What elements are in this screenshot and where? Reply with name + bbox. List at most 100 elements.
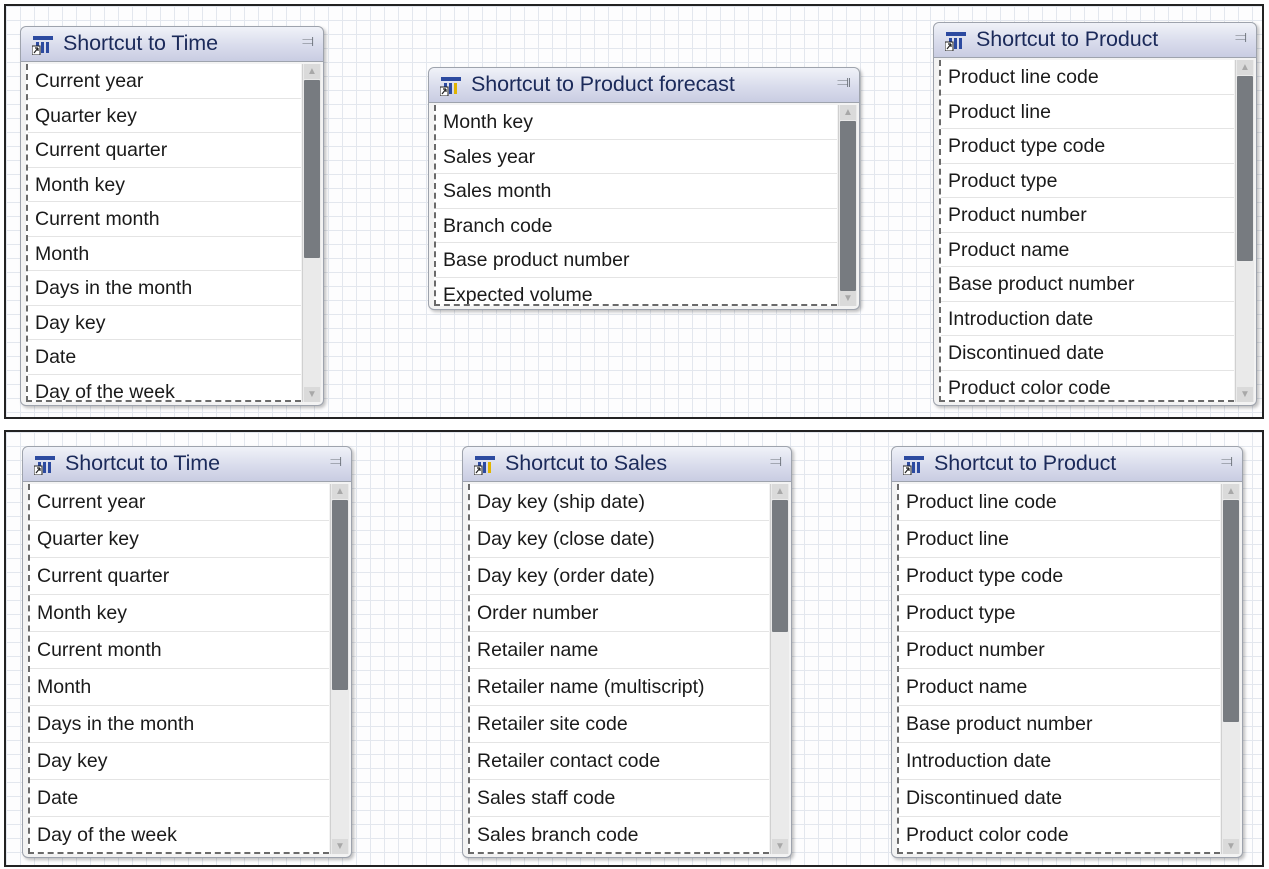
query-item[interactable]: Day key (28, 306, 301, 340)
scroll-up-arrow-icon[interactable]: ▲ (304, 64, 320, 79)
query-item[interactable]: Product line (899, 521, 1220, 558)
query-item[interactable]: Retailer site code (470, 706, 769, 743)
scroll-down-arrow-icon[interactable]: ▼ (1237, 387, 1253, 402)
scroll-thumb[interactable] (772, 500, 788, 632)
query-item[interactable]: Day key (30, 743, 329, 780)
scroll-up-arrow-icon[interactable]: ▲ (1223, 484, 1239, 499)
query-item[interactable]: Base product number (899, 706, 1220, 743)
scroll-up-arrow-icon[interactable]: ▲ (772, 484, 788, 499)
query-item[interactable]: Branch code (436, 209, 837, 243)
scroll-down-arrow-icon[interactable]: ▼ (840, 291, 856, 306)
query-subject-product-forecast[interactable]: Shortcut to Product forecast ⫥ Month key… (428, 67, 860, 310)
query-item[interactable]: Product type code (899, 558, 1220, 595)
query-item[interactable]: Introduction date (941, 302, 1234, 336)
vertical-scrollbar[interactable]: ▲ ▼ (302, 64, 321, 402)
chevron-double-down-icon[interactable]: ⫤ (768, 454, 784, 470)
query-subject-time[interactable]: Shortcut to Time ⫤ Current year Quarter … (22, 446, 352, 858)
query-item[interactable]: Order number (470, 595, 769, 632)
query-item[interactable]: Month key (436, 105, 837, 140)
query-item[interactable]: Product line code (899, 484, 1220, 521)
query-item[interactable]: Sales staff code (470, 780, 769, 817)
query-item[interactable]: Product type (899, 595, 1220, 632)
query-item[interactable]: Sales branch code (470, 817, 769, 852)
query-item[interactable]: Base product number (941, 267, 1234, 302)
vertical-scrollbar[interactable]: ▲ ▼ (838, 105, 857, 306)
query-item[interactable]: Introduction date (899, 743, 1220, 780)
query-subject-header[interactable]: Shortcut to Time ⫤ (23, 447, 351, 482)
query-item[interactable]: Days in the month (30, 706, 329, 743)
query-item[interactable]: Base product number (436, 243, 837, 278)
query-item[interactable]: Product number (899, 632, 1220, 669)
query-item[interactable]: Product number (941, 198, 1234, 233)
scroll-thumb[interactable] (304, 80, 320, 258)
query-item[interactable]: Product line (941, 95, 1234, 129)
query-item[interactable]: Day key (ship date) (470, 484, 769, 521)
query-item[interactable]: Day of the week (30, 817, 329, 852)
query-item[interactable]: Days in the month (28, 271, 301, 306)
query-subject-header[interactable]: Shortcut to Product ⫤ (934, 23, 1256, 58)
vertical-scrollbar[interactable]: ▲ ▼ (770, 484, 789, 854)
query-item[interactable]: Month key (30, 595, 329, 632)
chevron-double-down-icon[interactable]: ⫤ (1219, 454, 1235, 470)
query-item[interactable]: Expected volume (436, 278, 837, 305)
scroll-thumb[interactable] (840, 121, 856, 291)
query-item[interactable]: Current year (28, 64, 301, 99)
query-item[interactable]: Current quarter (30, 558, 329, 595)
scroll-up-arrow-icon[interactable]: ▲ (840, 105, 856, 120)
scroll-down-arrow-icon[interactable]: ▼ (1223, 839, 1239, 854)
query-item[interactable]: Retailer name (470, 632, 769, 669)
query-item[interactable]: Day of the week (28, 375, 301, 401)
query-item[interactable]: Current month (30, 632, 329, 669)
vertical-scrollbar[interactable]: ▲ ▼ (330, 484, 349, 854)
scroll-thumb[interactable] (1237, 76, 1253, 261)
diagram-canvas-top[interactable]: Shortcut to Time ⫤ Current year Quarter … (4, 4, 1264, 419)
chevron-double-down-icon[interactable]: ⫤ (300, 34, 316, 50)
query-item[interactable]: Product color code (899, 817, 1220, 852)
query-item[interactable]: Day key (order date) (470, 558, 769, 595)
query-item[interactable]: Month (30, 669, 329, 706)
query-item[interactable]: Date (28, 340, 301, 375)
query-item[interactable]: Product type (941, 164, 1234, 198)
vertical-scrollbar[interactable]: ▲ ▼ (1235, 60, 1254, 402)
query-item[interactable]: Month key (28, 168, 301, 202)
scroll-up-arrow-icon[interactable]: ▲ (332, 484, 348, 499)
query-item[interactable]: Day key (close date) (470, 521, 769, 558)
query-subject-header[interactable]: Shortcut to Product ⫤ (892, 447, 1242, 482)
query-item[interactable]: Product name (941, 233, 1234, 267)
chevron-double-up-icon[interactable]: ⫥ (836, 75, 852, 91)
query-item[interactable]: Month (28, 237, 301, 271)
scroll-up-arrow-icon[interactable]: ▲ (1237, 60, 1253, 75)
query-item[interactable]: Sales month (436, 174, 837, 209)
query-item[interactable]: Product color code (941, 371, 1234, 401)
scroll-thumb[interactable] (1223, 500, 1239, 722)
query-item[interactable]: Quarter key (28, 99, 301, 133)
query-item[interactable]: Current year (30, 484, 329, 521)
query-item[interactable]: Sales year (436, 140, 837, 174)
query-item[interactable]: Product name (899, 669, 1220, 706)
query-subject-header[interactable]: Shortcut to Time ⫤ (21, 27, 323, 62)
query-subject-header[interactable]: Shortcut to Sales ⫤ (463, 447, 791, 482)
query-subject-time[interactable]: Shortcut to Time ⫤ Current year Quarter … (20, 26, 324, 406)
query-item[interactable]: Product line code (941, 60, 1234, 95)
query-subject-header[interactable]: Shortcut to Product forecast ⫥ (429, 68, 859, 103)
query-item[interactable]: Current month (28, 202, 301, 237)
query-item[interactable]: Retailer contact code (470, 743, 769, 780)
chevron-double-down-icon[interactable]: ⫤ (328, 454, 344, 470)
scroll-thumb[interactable] (332, 500, 348, 690)
query-item[interactable]: Discontinued date (941, 336, 1234, 371)
query-subject-product[interactable]: Shortcut to Product ⫤ Product line code … (933, 22, 1257, 406)
diagram-canvas-bottom[interactable]: Shortcut to Time ⫤ Current year Quarter … (4, 430, 1264, 867)
query-subject-product[interactable]: Shortcut to Product ⫤ Product line code … (891, 446, 1243, 858)
scroll-down-arrow-icon[interactable]: ▼ (304, 387, 320, 402)
query-item[interactable]: Discontinued date (899, 780, 1220, 817)
query-item[interactable]: Date (30, 780, 329, 817)
scroll-down-arrow-icon[interactable]: ▼ (332, 839, 348, 854)
scroll-down-arrow-icon[interactable]: ▼ (772, 839, 788, 854)
query-item[interactable]: Current quarter (28, 133, 301, 168)
query-item[interactable]: Product type code (941, 129, 1234, 164)
query-subject-sales[interactable]: Shortcut to Sales ⫤ Day key (ship date) … (462, 446, 792, 858)
query-item[interactable]: Quarter key (30, 521, 329, 558)
vertical-scrollbar[interactable]: ▲ ▼ (1221, 484, 1240, 854)
chevron-double-down-icon[interactable]: ⫤ (1233, 30, 1249, 46)
query-item[interactable]: Retailer name (multiscript) (470, 669, 769, 706)
